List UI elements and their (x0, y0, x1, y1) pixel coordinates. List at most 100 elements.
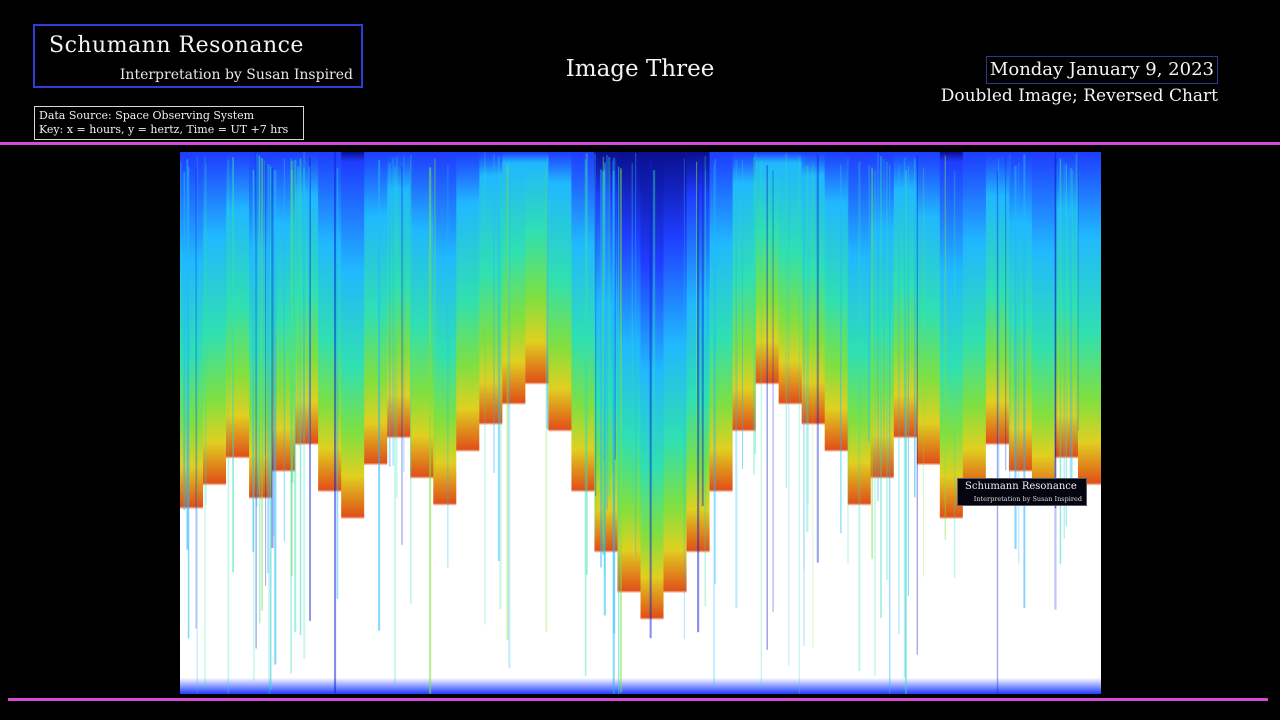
spectrogram-streak (585, 153, 588, 575)
chart-note: Doubled Image; Reversed Chart (940, 86, 1218, 106)
spectrogram-streak (606, 155, 608, 510)
spectrogram-streak (1071, 169, 1073, 489)
spectrogram-streak (1005, 157, 1007, 471)
spectrogram-streak (620, 168, 622, 693)
spectrogram-streak (816, 154, 819, 563)
bottom-divider (8, 698, 1268, 701)
spectrogram-streak (1069, 168, 1072, 501)
spectrogram-streak (631, 163, 633, 501)
spectrogram-streak (227, 159, 230, 694)
spectrogram-streak (753, 157, 755, 475)
spectrogram-column (571, 152, 596, 694)
spectrogram-streak (883, 159, 885, 464)
spectrogram-streak (944, 155, 946, 540)
data-source-box: Data Source: Space Observing System Key:… (34, 106, 304, 140)
spectrogram-streak (649, 160, 652, 639)
spectrogram-streak (705, 170, 706, 526)
spectrogram-streak (1009, 154, 1011, 486)
spectrogram-column (939, 152, 964, 694)
spectrogram-streak (334, 152, 337, 693)
spectrogram-streak (297, 166, 300, 446)
spectrogram-streak (265, 161, 267, 586)
watermark-subtitle: Interpretation by Susan Inspired (973, 495, 1082, 503)
spectrogram-streak (180, 161, 182, 434)
spectrogram-streak (283, 158, 285, 542)
spectrogram-streak (493, 154, 495, 473)
spectrogram-streak (508, 160, 511, 668)
spectrogram-streak (262, 159, 264, 470)
spectrogram-column (456, 152, 480, 694)
spectrogram-streak (253, 170, 255, 682)
spectrogram-streak (1075, 153, 1078, 444)
spectrogram-streak (877, 153, 879, 502)
spectrogram-column (801, 152, 826, 694)
watermark-title: Schumann Resonance (965, 481, 1077, 492)
spectrogram-streak (401, 166, 403, 545)
spectrogram-column (1077, 152, 1101, 694)
spectrogram-streak (766, 165, 768, 650)
spectrogram-streak (613, 157, 616, 634)
spectrogram-streak (392, 157, 395, 466)
spectrogram-streak (898, 165, 900, 635)
spectrogram-streak (998, 158, 1000, 496)
spectrogram-streak (196, 155, 198, 694)
spectrogram-column (387, 152, 411, 694)
spectrogram-streak (760, 159, 762, 688)
spectrogram-streak (205, 164, 207, 506)
spectrogram-streak (294, 159, 297, 633)
spectrogram-streak (788, 169, 790, 666)
spectrogram-streak (735, 160, 738, 608)
spectrogram-column (226, 152, 250, 694)
spectrogram-streak (429, 167, 432, 694)
spectrogram-streak (1065, 164, 1067, 527)
spectrogram-streak (886, 161, 888, 581)
spectrogram-streak (916, 154, 918, 655)
spectrogram-streak (608, 157, 611, 498)
spectrogram-streak (410, 155, 412, 604)
spectrogram-streak (697, 157, 700, 633)
spectrogram-streak (798, 157, 800, 694)
spectrogram-streak (812, 163, 814, 649)
spectrogram-streak (996, 171, 999, 694)
spectrogram-streak (303, 168, 305, 441)
spectrogram-streak (388, 163, 391, 467)
spectrogram-streak (635, 153, 637, 557)
spectrogram-column (663, 152, 688, 694)
spectrogram-streak (394, 166, 396, 684)
spectrogram-streak (1054, 152, 1057, 509)
spectrogram-streak (785, 153, 788, 489)
key-line: Key: x = hours, y = hertz, Time = UT +7 … (39, 123, 289, 136)
spectrogram-streak (396, 156, 398, 498)
spectrogram-streak (806, 166, 809, 533)
spectrogram-streak (499, 171, 502, 609)
spectrogram-streak (600, 169, 602, 568)
spectrogram-column (640, 152, 665, 694)
spectrogram-streak (847, 158, 849, 565)
spectrogram-column (916, 152, 941, 694)
spectrogram-streak (889, 164, 891, 694)
spectrogram-streak (907, 166, 909, 596)
spectrogram-streak (595, 160, 597, 496)
spectrogram-streak (742, 159, 743, 469)
spectrogram-streak (618, 166, 620, 694)
spectrogram-streak (1077, 155, 1079, 431)
spectrogram-streak (696, 161, 698, 447)
data-source-line: Data Source: Space Observing System (39, 109, 255, 122)
spectrogram-streak (546, 157, 549, 430)
spectrogram-plot (180, 152, 1101, 694)
spectrogram (180, 152, 1101, 694)
spectrogram-streak (914, 158, 916, 498)
spectrogram-streak (868, 164, 870, 443)
spectrogram-streak (858, 161, 861, 672)
top-divider (0, 142, 1280, 145)
spectrogram-streak (256, 153, 258, 507)
spectrogram-streak (378, 159, 381, 631)
spectrogram-streak (603, 170, 606, 462)
spectrogram-streak (484, 152, 486, 625)
spectrogram-streak (683, 158, 685, 639)
spectrogram-column (709, 152, 734, 694)
spectrogram-streak (652, 170, 656, 444)
spectrogram-streak (434, 159, 436, 474)
spectrogram-streak (232, 157, 234, 573)
spectrogram-column (870, 152, 895, 694)
